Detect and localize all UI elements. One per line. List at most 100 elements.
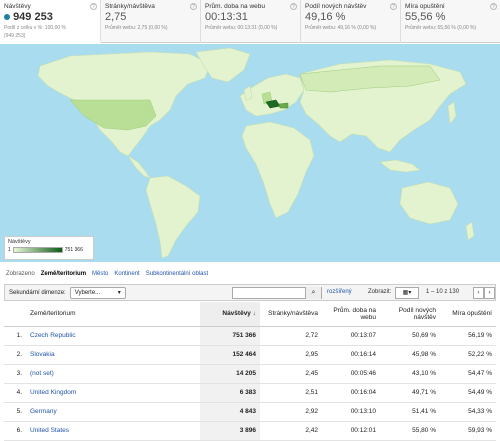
- map-central-america: [127, 155, 151, 179]
- row-country-link[interactable]: Germany: [26, 402, 200, 422]
- secondary-dimension-value: Vyberte...: [74, 289, 101, 296]
- tile-bounce-label: Míra opuštění: [405, 3, 445, 10]
- tile-duration-label: Prům. doba na webu: [205, 3, 265, 10]
- map-africa: [241, 121, 315, 219]
- row-bounce: 54,33 %: [440, 402, 496, 422]
- row-visits: 751 366: [200, 326, 260, 346]
- secondary-dimension-select[interactable]: Vyberte... ▾: [69, 286, 126, 299]
- help-icon[interactable]: ?: [290, 3, 297, 10]
- row-country-link[interactable]: (not set): [26, 364, 200, 384]
- dimension-continent[interactable]: Kontinent: [114, 271, 139, 277]
- help-icon[interactable]: ?: [190, 3, 197, 10]
- map-new-zealand: [465, 221, 475, 241]
- row-index: 3.: [4, 364, 26, 384]
- tile-visits-sub: Podíl z celku v %: 100,00 %: [4, 25, 66, 31]
- row-duration: 00:13:07: [322, 326, 380, 346]
- row-bounce: 54,49 %: [440, 383, 496, 403]
- table-row[interactable]: 5. Germany 4 843 2,92 00:13:10 51,41 % 5…: [4, 402, 496, 422]
- tile-new-visits-label: Podíl nových návštěv: [305, 3, 367, 10]
- row-pages: 2,51: [260, 383, 322, 403]
- row-duration: 00:16:04: [322, 383, 380, 403]
- tile-pages-label: Stránky/návštěva: [105, 3, 155, 10]
- dimension-country[interactable]: Země/teritorium: [41, 271, 86, 277]
- sort-desc-icon: ↓: [252, 310, 256, 318]
- row-new-visits: 51,41 %: [380, 402, 440, 422]
- pagination-range: 1 – 10 z 130: [426, 289, 460, 295]
- tile-visits[interactable]: Návštěvy 949 253 Podíl z celku v %: 100,…: [0, 0, 101, 43]
- row-country-link[interactable]: Slovakia: [26, 345, 200, 365]
- show-label: Zobrazit:: [368, 289, 392, 295]
- tile-bounce[interactable]: Míra opuštění 55,56 % Průměr webu: 55,56…: [401, 0, 500, 43]
- table-row[interactable]: 2. Slovakia 152 464 2,95 00:16:14 45,98 …: [4, 345, 496, 365]
- help-icon[interactable]: ?: [490, 3, 497, 10]
- map-usa: [69, 99, 157, 131]
- row-pages: 2,92: [260, 402, 322, 422]
- tile-duration[interactable]: Prům. doba na webu 00:13:31 Průměr webu:…: [201, 0, 301, 43]
- row-new-visits: 50,69 %: [380, 326, 440, 346]
- table-header-row: Země/teritorium Návštěvy ↓ Stránky/návšt…: [4, 302, 496, 327]
- row-duration: 00:13:10: [322, 402, 380, 422]
- tile-bounce-sub: Průměr webu: 55,56 % (0,00 %): [405, 25, 477, 31]
- legend-max: 751 366: [64, 247, 83, 253]
- map-australia: [399, 181, 459, 225]
- table-row[interactable]: 1. Czech Republic 751 366 2,72 00:13:07 …: [4, 326, 496, 346]
- row-visits: 6 383: [200, 383, 260, 403]
- row-bounce: 56,19 %: [440, 326, 496, 346]
- row-duration: 00:16:14: [322, 345, 380, 365]
- row-country-link[interactable]: United Kingdom: [26, 383, 200, 403]
- col-bounce[interactable]: Míra opuštění: [440, 302, 496, 327]
- row-new-visits: 43,10 %: [380, 364, 440, 384]
- views-label: Zobrazeno: [6, 271, 35, 277]
- tile-pages-value: 2,75: [105, 11, 127, 23]
- tile-duration-value: 00:13:31: [205, 11, 248, 23]
- row-pages: 2,95: [260, 345, 322, 365]
- tile-pages[interactable]: Stránky/návštěva 2,75 Průměr webu: 2,75 …: [101, 0, 201, 43]
- row-index: 5.: [4, 402, 26, 422]
- world-map[interactable]: [0, 44, 500, 262]
- row-pages: 2,45: [260, 364, 322, 384]
- row-new-visits: 49,71 %: [380, 383, 440, 403]
- dimension-switcher: Zobrazeno Země/teritorium Město Kontinen…: [6, 271, 208, 277]
- row-visits: 14 205: [200, 364, 260, 384]
- prev-page-button[interactable]: ‹: [473, 287, 484, 299]
- search-icon[interactable]: ⌕: [305, 287, 321, 299]
- tile-new-visits-value: 49,16 %: [305, 11, 346, 23]
- table-row[interactable]: 3. (not set) 14 205 2,45 00:05:46 43,10 …: [4, 364, 496, 384]
- row-pages: 2,72: [260, 326, 322, 346]
- map-indonesia: [379, 159, 421, 173]
- row-index: 2.: [4, 345, 26, 365]
- col-new-visits[interactable]: Podíl nových návštěv: [380, 302, 440, 327]
- legend-title: Návštěvy: [8, 239, 31, 245]
- row-duration: 00:05:46: [322, 364, 380, 384]
- row-visits: 152 464: [200, 345, 260, 365]
- metric-tiles: Návštěvy 949 253 Podíl z celku v %: 100,…: [0, 0, 500, 43]
- row-bounce: 52,22 %: [440, 345, 496, 365]
- secondary-dimension-label: Sekundární dimenze:: [9, 289, 66, 296]
- tile-visits-value: 949 253: [13, 11, 53, 23]
- row-country-link[interactable]: Czech Republic: [26, 326, 200, 346]
- chevron-down-icon: ▾: [117, 290, 121, 296]
- col-pages[interactable]: Stránky/návštěva: [260, 302, 322, 327]
- row-new-visits: 45,98 %: [380, 345, 440, 365]
- table-row[interactable]: 4. United Kingdom 6 383 2,51 00:16:04 49…: [4, 383, 496, 403]
- dimension-city[interactable]: Město: [92, 271, 108, 277]
- row-index: 4.: [4, 383, 26, 403]
- row-index: 1.: [4, 326, 26, 346]
- map-slovakia: [278, 102, 289, 109]
- col-duration[interactable]: Prům. doba na webu: [322, 302, 380, 327]
- legend-gradient: [12, 247, 63, 253]
- tile-new-visits[interactable]: Podíl nových návštěv 49,16 % Průměr webu…: [301, 0, 401, 43]
- tile-new-visits-sub: Průměr webu: 49,16 % (0,00 %): [305, 25, 377, 31]
- data-table: Země/teritorium Návštěvy ↓ Stránky/návšt…: [4, 302, 496, 441]
- col-country[interactable]: Země/teritorium: [26, 302, 200, 327]
- tile-duration-sub: Průměr webu: 00:13:31 (0,00 %): [205, 25, 278, 31]
- series-dot-icon: [4, 14, 10, 20]
- col-visits[interactable]: Návštěvy ↓: [200, 302, 260, 327]
- help-icon[interactable]: ?: [390, 3, 397, 10]
- table-toolbar: Sekundární dimenze: Vyberte... ▾ ⌕ rozší…: [4, 284, 496, 301]
- advanced-filter-link[interactable]: rozšířený: [327, 289, 352, 295]
- next-page-button[interactable]: ›: [484, 287, 495, 299]
- view-type-select[interactable]: ▦▾: [395, 287, 419, 299]
- help-icon[interactable]: ?: [90, 3, 97, 10]
- dimension-subcontinent[interactable]: Subkontinentální oblast: [146, 271, 208, 277]
